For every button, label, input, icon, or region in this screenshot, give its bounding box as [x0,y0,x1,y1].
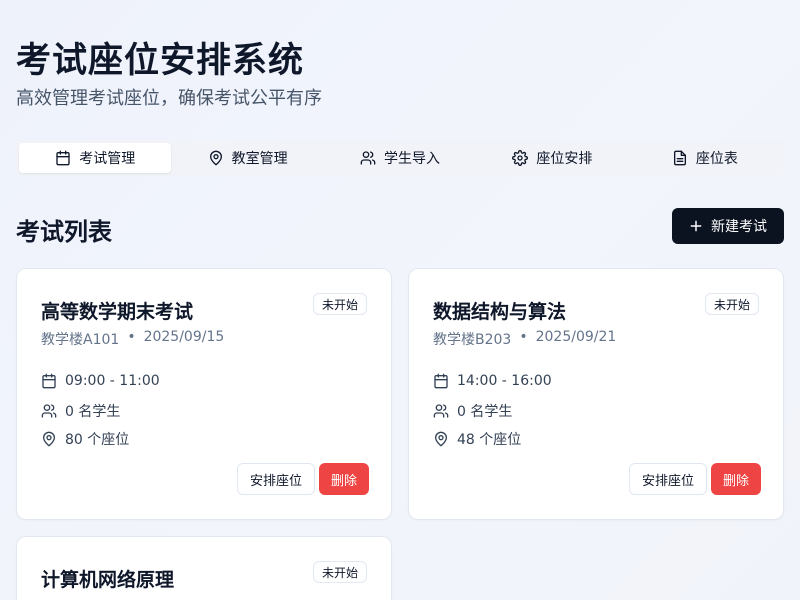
document-icon [673,150,686,166]
calendar-icon [434,373,448,389]
exam-students: 0 名学生 [65,404,121,420]
status-badge: 未开始 [704,293,759,315]
tab-exam-management[interactable]: 考试管理 [19,143,172,173]
users-icon [433,404,449,418]
tab-label: 座位表 [695,151,738,167]
exam-date: 2025/09/21 [535,329,617,345]
meta-separator: • [127,329,136,345]
map-pin-icon [435,431,447,447]
exam-room: 教学楼A101 [41,332,120,348]
exam-room: 教学楼B203 [433,332,512,348]
tab-classroom-management[interactable]: 教室管理 [171,143,323,173]
exam-card: 计算机网络原理 未开始 [16,536,392,600]
exam-card: 数据结构与算法 未开始 教学楼B203 • 2025/09/21 14:00 -… [408,268,784,520]
new-exam-button[interactable]: 新建考试 [672,208,784,244]
calendar-icon [56,150,70,166]
exam-meta: 教学楼A101 • 2025/09/15 [41,329,224,349]
delete-button[interactable]: 删除 [319,463,370,495]
delete-button[interactable]: 删除 [711,463,762,495]
map-pin-icon [209,150,222,166]
tab-student-import[interactable]: 学生导入 [324,143,476,173]
exam-seats-row: 80 个座位 [41,429,129,449]
calendar-icon [42,373,56,389]
status-badge: 未开始 [312,561,367,583]
page-subtitle: 高效管理考试座位，确保考试公平有序 [16,88,322,109]
tab-label: 考试管理 [79,151,136,167]
users-icon [41,404,57,418]
exam-students: 0 名学生 [457,404,513,420]
exam-students-row: 0 名学生 [433,401,512,421]
status-badge: 未开始 [312,293,367,315]
arrange-seats-button[interactable]: 安排座位 [629,463,708,495]
exam-time-row: 14:00 - 16:00 [433,373,552,389]
exam-title: 数据结构与算法 [433,301,567,323]
arrange-seats-button[interactable]: 安排座位 [237,463,316,495]
exam-students-row: 0 名学生 [41,401,120,421]
users-icon [360,151,376,165]
exam-date: 2025/09/15 [143,329,225,345]
exam-title: 高等数学期末考试 [41,301,194,323]
tab-seat-arrangement[interactable]: 座位安排 [476,143,628,173]
section-title: 考试列表 [16,218,112,246]
exam-seats: 80 个座位 [65,432,130,448]
tab-seat-chart[interactable]: 座位表 [629,143,781,173]
tab-label: 教室管理 [231,151,288,167]
tab-label: 学生导入 [384,151,441,167]
exam-seats-row: 48 个座位 [433,429,521,449]
exam-seats: 48 个座位 [457,432,522,448]
exam-meta: 教学楼B203 • 2025/09/21 [433,329,616,349]
meta-separator: • [519,329,528,345]
plus-icon [690,220,702,232]
tab-label: 座位安排 [536,151,593,167]
page-title: 考试座位安排系统 [16,41,305,81]
exam-time: 09:00 - 11:00 [65,373,160,389]
main-tabs: 考试管理 教室管理 学生导入 座位安排 座位表 [16,140,784,176]
gear-icon [512,150,529,166]
exam-title: 计算机网络原理 [41,569,175,591]
exam-time: 14:00 - 16:00 [457,373,552,389]
map-pin-icon [43,431,55,447]
app-root: 考试座位安排系统 高效管理考试座位，确保考试公平有序 考试管理 教室管理 学生导… [0,0,800,600]
exam-card: 高等数学期末考试 未开始 教学楼A101 • 2025/09/15 09:00 … [16,268,392,520]
exam-time-row: 09:00 - 11:00 [41,373,160,389]
new-exam-label: 新建考试 [711,219,767,235]
